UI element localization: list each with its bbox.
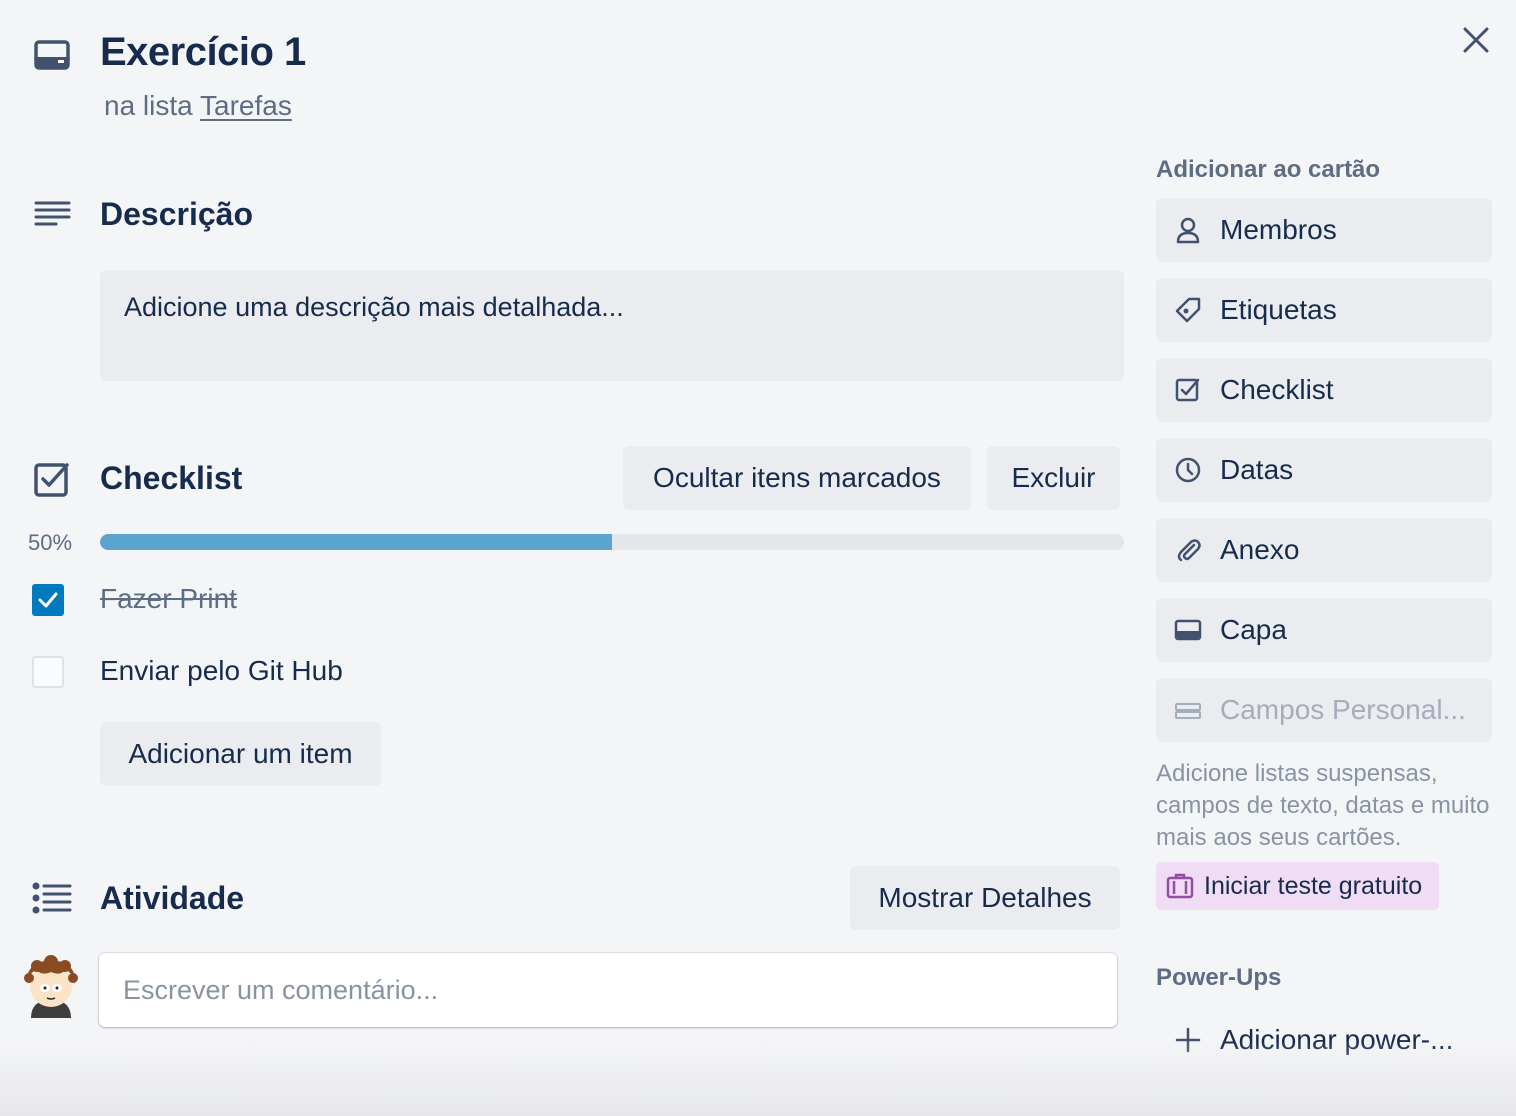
- card-list-info: na lista Tarefas: [104, 90, 292, 122]
- attachment-label: Anexo: [1220, 534, 1300, 565]
- card-icon: [34, 40, 70, 70]
- checklist-item-checkbox[interactable]: [32, 656, 64, 688]
- add-item-button[interactable]: Adicionar um item: [100, 722, 381, 786]
- cover-button[interactable]: Capa: [1156, 598, 1492, 662]
- delete-checklist-button[interactable]: Excluir: [987, 446, 1120, 510]
- person-icon: [1176, 217, 1200, 244]
- members-button[interactable]: Membros: [1156, 198, 1492, 262]
- clock-icon: [1175, 457, 1201, 483]
- activity-icon: [32, 882, 72, 914]
- check-icon: [38, 592, 58, 608]
- add-power-up-button[interactable]: Adicionar power-...: [1156, 1010, 1492, 1070]
- start-trial-label: Iniciar teste gratuito: [1204, 871, 1423, 900]
- labels-label: Etiquetas: [1220, 294, 1337, 325]
- checklist-item-label[interactable]: Fazer Print: [100, 583, 237, 615]
- members-label: Membros: [1220, 214, 1337, 245]
- activity-heading: Atividade: [100, 880, 245, 916]
- add-to-card-heading: Adicionar ao cartão: [1156, 156, 1381, 183]
- description-editor[interactable]: Adicione uma descrição mais detalhada...: [100, 270, 1124, 381]
- hide-checked-button[interactable]: Ocultar itens marcados: [623, 446, 971, 510]
- start-trial-button[interactable]: Iniciar teste gratuito: [1156, 862, 1439, 910]
- tag-icon: [1175, 297, 1201, 323]
- avatar: [21, 954, 81, 1018]
- dates-label: Datas: [1220, 454, 1294, 485]
- checklist-item-label[interactable]: Enviar pelo Git Hub: [100, 655, 343, 687]
- custom-fields-label: Campos Personal...: [1220, 694, 1466, 725]
- progress-bar-fill: [100, 534, 612, 550]
- custom-fields-button: Campos Personal...: [1156, 678, 1492, 742]
- checklist-icon: [1175, 378, 1200, 402]
- list-prefix: na lista: [104, 90, 193, 121]
- power-ups-heading: Power-Ups: [1156, 964, 1282, 991]
- checklist-button[interactable]: Checklist: [1156, 358, 1492, 422]
- checklist-icon: [34, 461, 70, 497]
- plus-icon: [1175, 1027, 1201, 1053]
- description-heading: Descrição: [100, 196, 253, 232]
- checklist-item-checkbox[interactable]: [32, 584, 64, 616]
- description-icon: [34, 200, 72, 230]
- add-power-up-label: Adicionar power-...: [1220, 1024, 1454, 1055]
- cover-label: Capa: [1220, 614, 1287, 645]
- custom-fields-icon: [1175, 703, 1201, 719]
- briefcase-icon: [1166, 873, 1194, 899]
- attachment-button[interactable]: Anexo: [1156, 518, 1492, 582]
- progress-percent: 50%: [28, 530, 73, 555]
- custom-fields-help-text: Adicione listas suspensas, campos de tex…: [1156, 760, 1490, 851]
- close-icon: [1463, 27, 1489, 53]
- show-details-button[interactable]: Mostrar Detalhes: [850, 866, 1120, 930]
- comment-input[interactable]: Escrever um comentário...: [99, 953, 1117, 1027]
- progress-bar: [100, 534, 1124, 550]
- cover-icon: [1174, 619, 1202, 641]
- close-button[interactable]: [1454, 18, 1498, 62]
- card-title[interactable]: Exercício 1: [100, 30, 306, 75]
- paperclip-icon: [1177, 539, 1201, 562]
- labels-button[interactable]: Etiquetas: [1156, 278, 1492, 342]
- checklist-button-label: Checklist: [1220, 374, 1334, 405]
- dates-button[interactable]: Datas: [1156, 438, 1492, 502]
- list-link[interactable]: Tarefas: [200, 90, 292, 121]
- checklist-heading: Checklist: [100, 460, 243, 496]
